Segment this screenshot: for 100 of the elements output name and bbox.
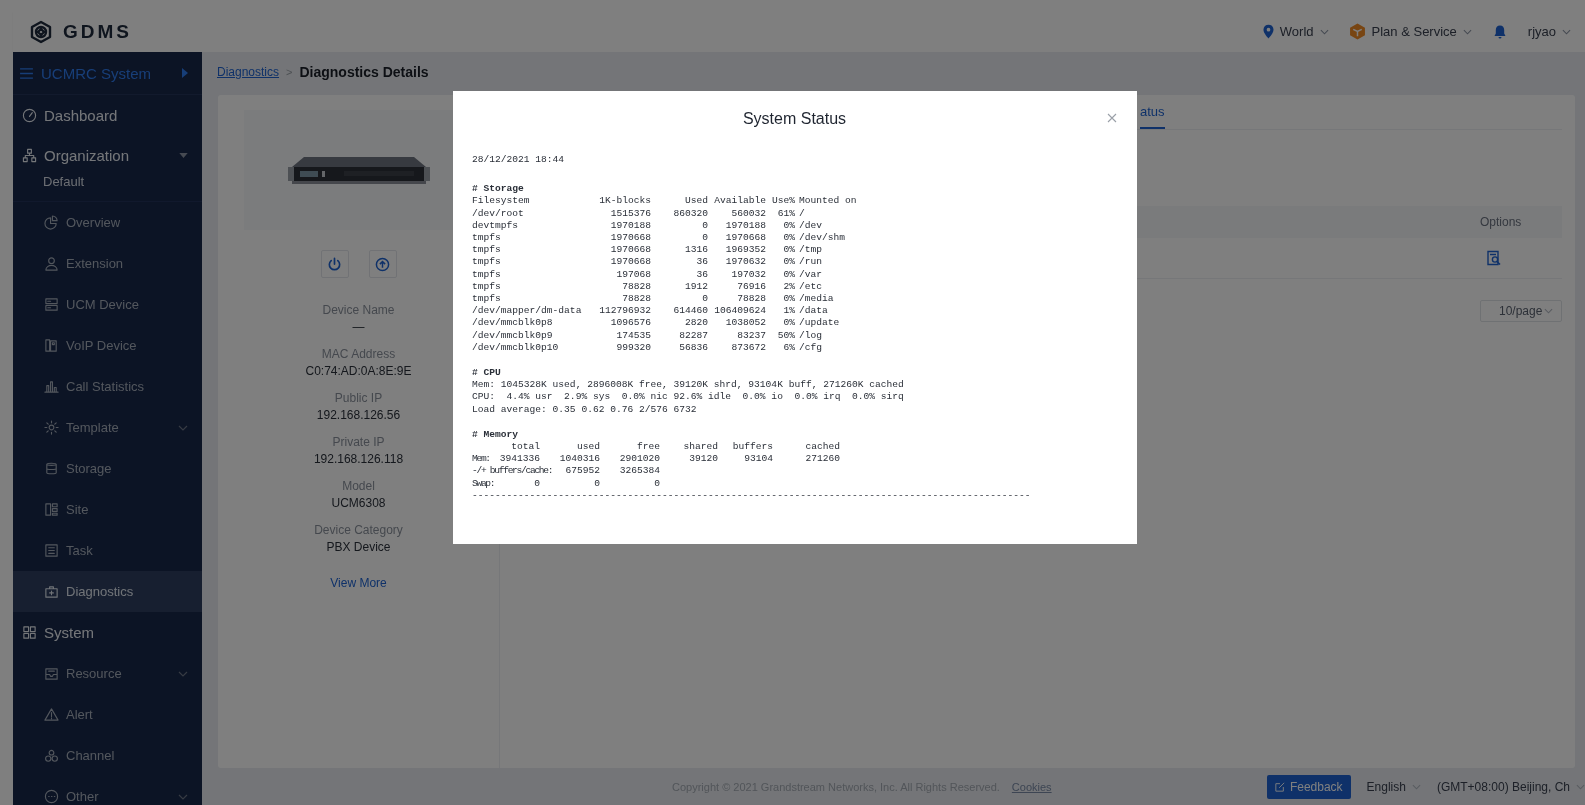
circles-icon xyxy=(44,748,59,763)
sidebar-item[interactable]: Extension xyxy=(13,243,202,284)
section-heading: # Storage xyxy=(472,183,525,196)
power-button[interactable] xyxy=(320,250,349,278)
page-size-select[interactable]: 10/page xyxy=(1480,300,1562,322)
chevron-down-icon xyxy=(1319,28,1329,35)
sidebar-item[interactable]: Task xyxy=(13,530,202,571)
logo-icon xyxy=(29,19,53,44)
edit-icon xyxy=(1274,781,1285,792)
column-header: total xyxy=(510,441,540,454)
sidebar-item[interactable]: Alert xyxy=(13,694,202,735)
sidebar-item[interactable]: System xyxy=(13,612,202,653)
timezone-select[interactable]: (GMT+08:00) Beijing, Ch xyxy=(1436,779,1585,794)
timestamp: 28/12/2021 18:44 xyxy=(472,154,566,167)
table-cell-text: 50% xyxy=(776,329,795,342)
sidebar-item[interactable]: UCM Device xyxy=(13,284,202,325)
pie-chart-icon xyxy=(44,215,59,230)
chevron-down-icon xyxy=(1411,783,1421,790)
column-header: Used xyxy=(683,195,708,208)
sidebar-item[interactable]: Template xyxy=(13,407,202,448)
table-cell-text: 197032 xyxy=(730,268,766,281)
sidebar-item[interactable]: Diagnostics xyxy=(13,571,202,612)
table-cell-text: 1096576 xyxy=(609,317,651,330)
column-header: shared xyxy=(682,441,718,454)
table-cell-text: 1038052 xyxy=(724,317,766,330)
table-cell-text: 0% xyxy=(782,219,795,232)
table-cell-text: 39120 xyxy=(688,453,718,466)
close-icon[interactable] xyxy=(1107,113,1117,123)
user-icon xyxy=(44,256,59,271)
table-cell-text: 0% xyxy=(782,268,795,281)
table-cell-text: tmpfs xyxy=(472,256,502,269)
sidebar-item[interactable]: Call Statistics xyxy=(13,366,202,407)
table-cell-text: 1970188 xyxy=(609,219,651,232)
sidebar-item[interactable]: Site xyxy=(13,489,202,530)
table-cell-text: tmpfs xyxy=(472,268,502,281)
table-cell-text: 1% xyxy=(782,305,795,318)
chat-icon xyxy=(44,789,59,804)
field-value: PBX Device xyxy=(326,539,391,556)
table-cell-text: 76916 xyxy=(736,280,766,294)
sidebar-item[interactable]: Storage xyxy=(13,448,202,489)
table-cell-text: 860320 xyxy=(672,207,708,220)
phone-icon xyxy=(44,338,59,353)
table-cell-text: /log xyxy=(798,329,824,342)
breadcrumb-link[interactable]: Diagnostics xyxy=(217,65,280,79)
sidebar-item[interactable]: Dashboard xyxy=(13,95,202,136)
language-select[interactable]: English xyxy=(1366,779,1421,794)
field-value: 192.168.126.118 xyxy=(313,451,404,468)
status-line: CPU: 4.4% usr 2.9% sys 0.0% nic 92.6% idle 0.0% io 0.0% irq 0.0% sirq xyxy=(472,391,905,404)
table-cell-text: 1970632 xyxy=(724,256,766,269)
gear-icon xyxy=(44,420,59,435)
dialog-title: System Status xyxy=(742,109,847,128)
breadcrumb-separator: > xyxy=(286,66,293,78)
row-label: Swap: xyxy=(472,477,495,490)
view-details-icon[interactable] xyxy=(1486,250,1502,266)
table-cell-text: 614460 xyxy=(672,305,708,318)
box-icon xyxy=(1348,23,1366,40)
sidebar-item[interactable]: Overview xyxy=(13,202,202,243)
top-menu[interactable]: rjyao xyxy=(1527,24,1571,39)
field-value: C0:74:AD:0A:8E:9E xyxy=(305,363,412,380)
table-cell-text: 174535 xyxy=(615,329,651,342)
table-cell-text: 1040316 xyxy=(558,453,600,466)
table-cell-text: 36 xyxy=(695,268,708,281)
column-header: Filesystem xyxy=(472,195,531,208)
table-cell-text: 0 xyxy=(701,219,708,232)
column-header: Available xyxy=(713,195,766,208)
column-header: free xyxy=(635,441,660,454)
view-more-link[interactable]: View More xyxy=(330,576,387,590)
table-cell-text: 0 xyxy=(653,477,660,490)
sidebar-item[interactable]: Channel xyxy=(13,735,202,776)
gauge-icon xyxy=(22,108,37,123)
table-cell-text: 112796932 xyxy=(598,305,651,318)
table-cell-text: 1969352 xyxy=(724,244,766,257)
table-cell-text: 0% xyxy=(782,232,795,245)
table-cell-text: 1970668 xyxy=(609,256,651,269)
status-line: Mem: 1045328K used, 2896008K free, 39120K shrd, 93104K buff, 271260K cached xyxy=(472,379,905,392)
sidebar-item[interactable]: VoIP Device xyxy=(13,325,202,366)
section-heading: # Memory xyxy=(472,428,520,442)
sidebar-item[interactable]: Resource xyxy=(13,653,202,694)
tab[interactable]: atus xyxy=(1140,95,1165,129)
caret-right-icon xyxy=(182,68,188,78)
table-cell-text: /dev xyxy=(798,219,824,232)
table-cell-text: /data xyxy=(798,305,829,318)
table-cell-text: 61% xyxy=(776,207,795,220)
top-menu[interactable]: Plan & Service xyxy=(1348,23,1472,40)
table-cell-text: tmpfs xyxy=(472,244,502,257)
chevron-down-icon xyxy=(1576,783,1585,790)
list-icon xyxy=(44,543,59,558)
table-cell-text: 1316 xyxy=(683,244,708,257)
feedback-button[interactable]: Feedback xyxy=(1266,774,1351,799)
sidebar-item[interactable]: Other xyxy=(13,776,202,805)
table-cell-text: /dev/mapper/dm-data xyxy=(472,305,583,318)
table-cell-text: 560032 xyxy=(730,207,766,220)
row-label: Mem: xyxy=(472,453,490,466)
power-icon xyxy=(327,256,342,272)
table-cell-text: 56836 xyxy=(678,341,708,355)
menu-icon xyxy=(20,67,33,79)
table-cell-text: 78828 xyxy=(621,280,651,294)
upgrade-button[interactable] xyxy=(368,250,397,278)
top-menu[interactable]: World xyxy=(1262,24,1329,39)
table-cell-text: /dev/root xyxy=(472,207,525,220)
